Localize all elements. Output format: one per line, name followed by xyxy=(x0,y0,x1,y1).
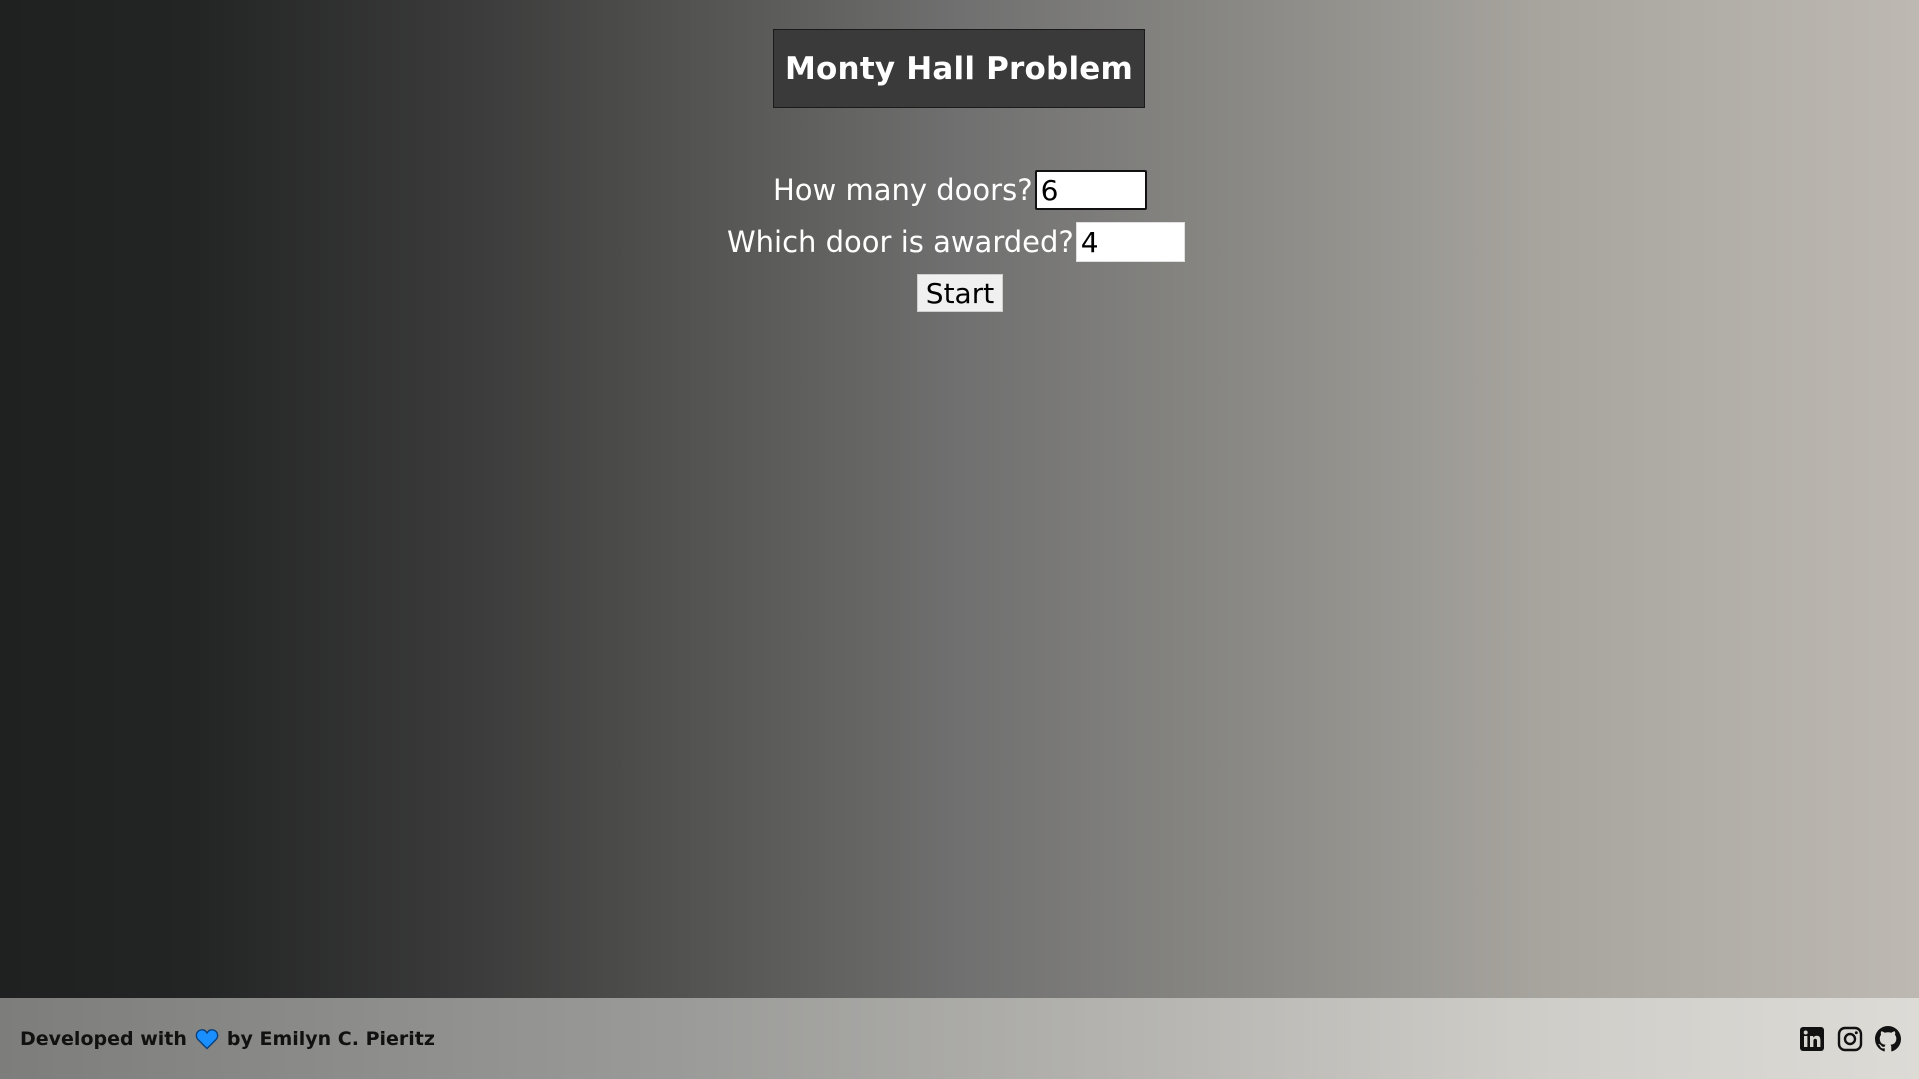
doors-input[interactable] xyxy=(1034,170,1147,210)
instagram-icon[interactable] xyxy=(1837,1026,1863,1052)
social-links xyxy=(1799,998,1901,1079)
award-input[interactable] xyxy=(1075,222,1185,262)
doors-label: How many doors? xyxy=(773,173,1033,207)
page-title: Monty Hall Problem xyxy=(785,50,1133,87)
linkedin-icon[interactable] xyxy=(1799,1026,1825,1052)
award-label: Which door is awarded? xyxy=(727,225,1074,259)
footer: Developed with by Emilyn C. Pieritz xyxy=(0,998,1919,1079)
doors-row: How many doors? xyxy=(773,169,1147,211)
credit-suffix: by Emilyn C. Pieritz xyxy=(226,1027,435,1050)
credit: Developed with by Emilyn C. Pieritz xyxy=(20,998,435,1079)
credit-prefix: Developed with xyxy=(20,1027,187,1050)
start-button[interactable]: Start xyxy=(917,274,1003,312)
heart-icon xyxy=(195,1028,219,1050)
title-banner: Monty Hall Problem xyxy=(773,29,1145,108)
award-row: Which door is awarded? xyxy=(727,221,1185,263)
github-icon[interactable] xyxy=(1875,1025,1901,1052)
main-content: Monty Hall Problem How many doors? Which… xyxy=(0,0,1919,998)
